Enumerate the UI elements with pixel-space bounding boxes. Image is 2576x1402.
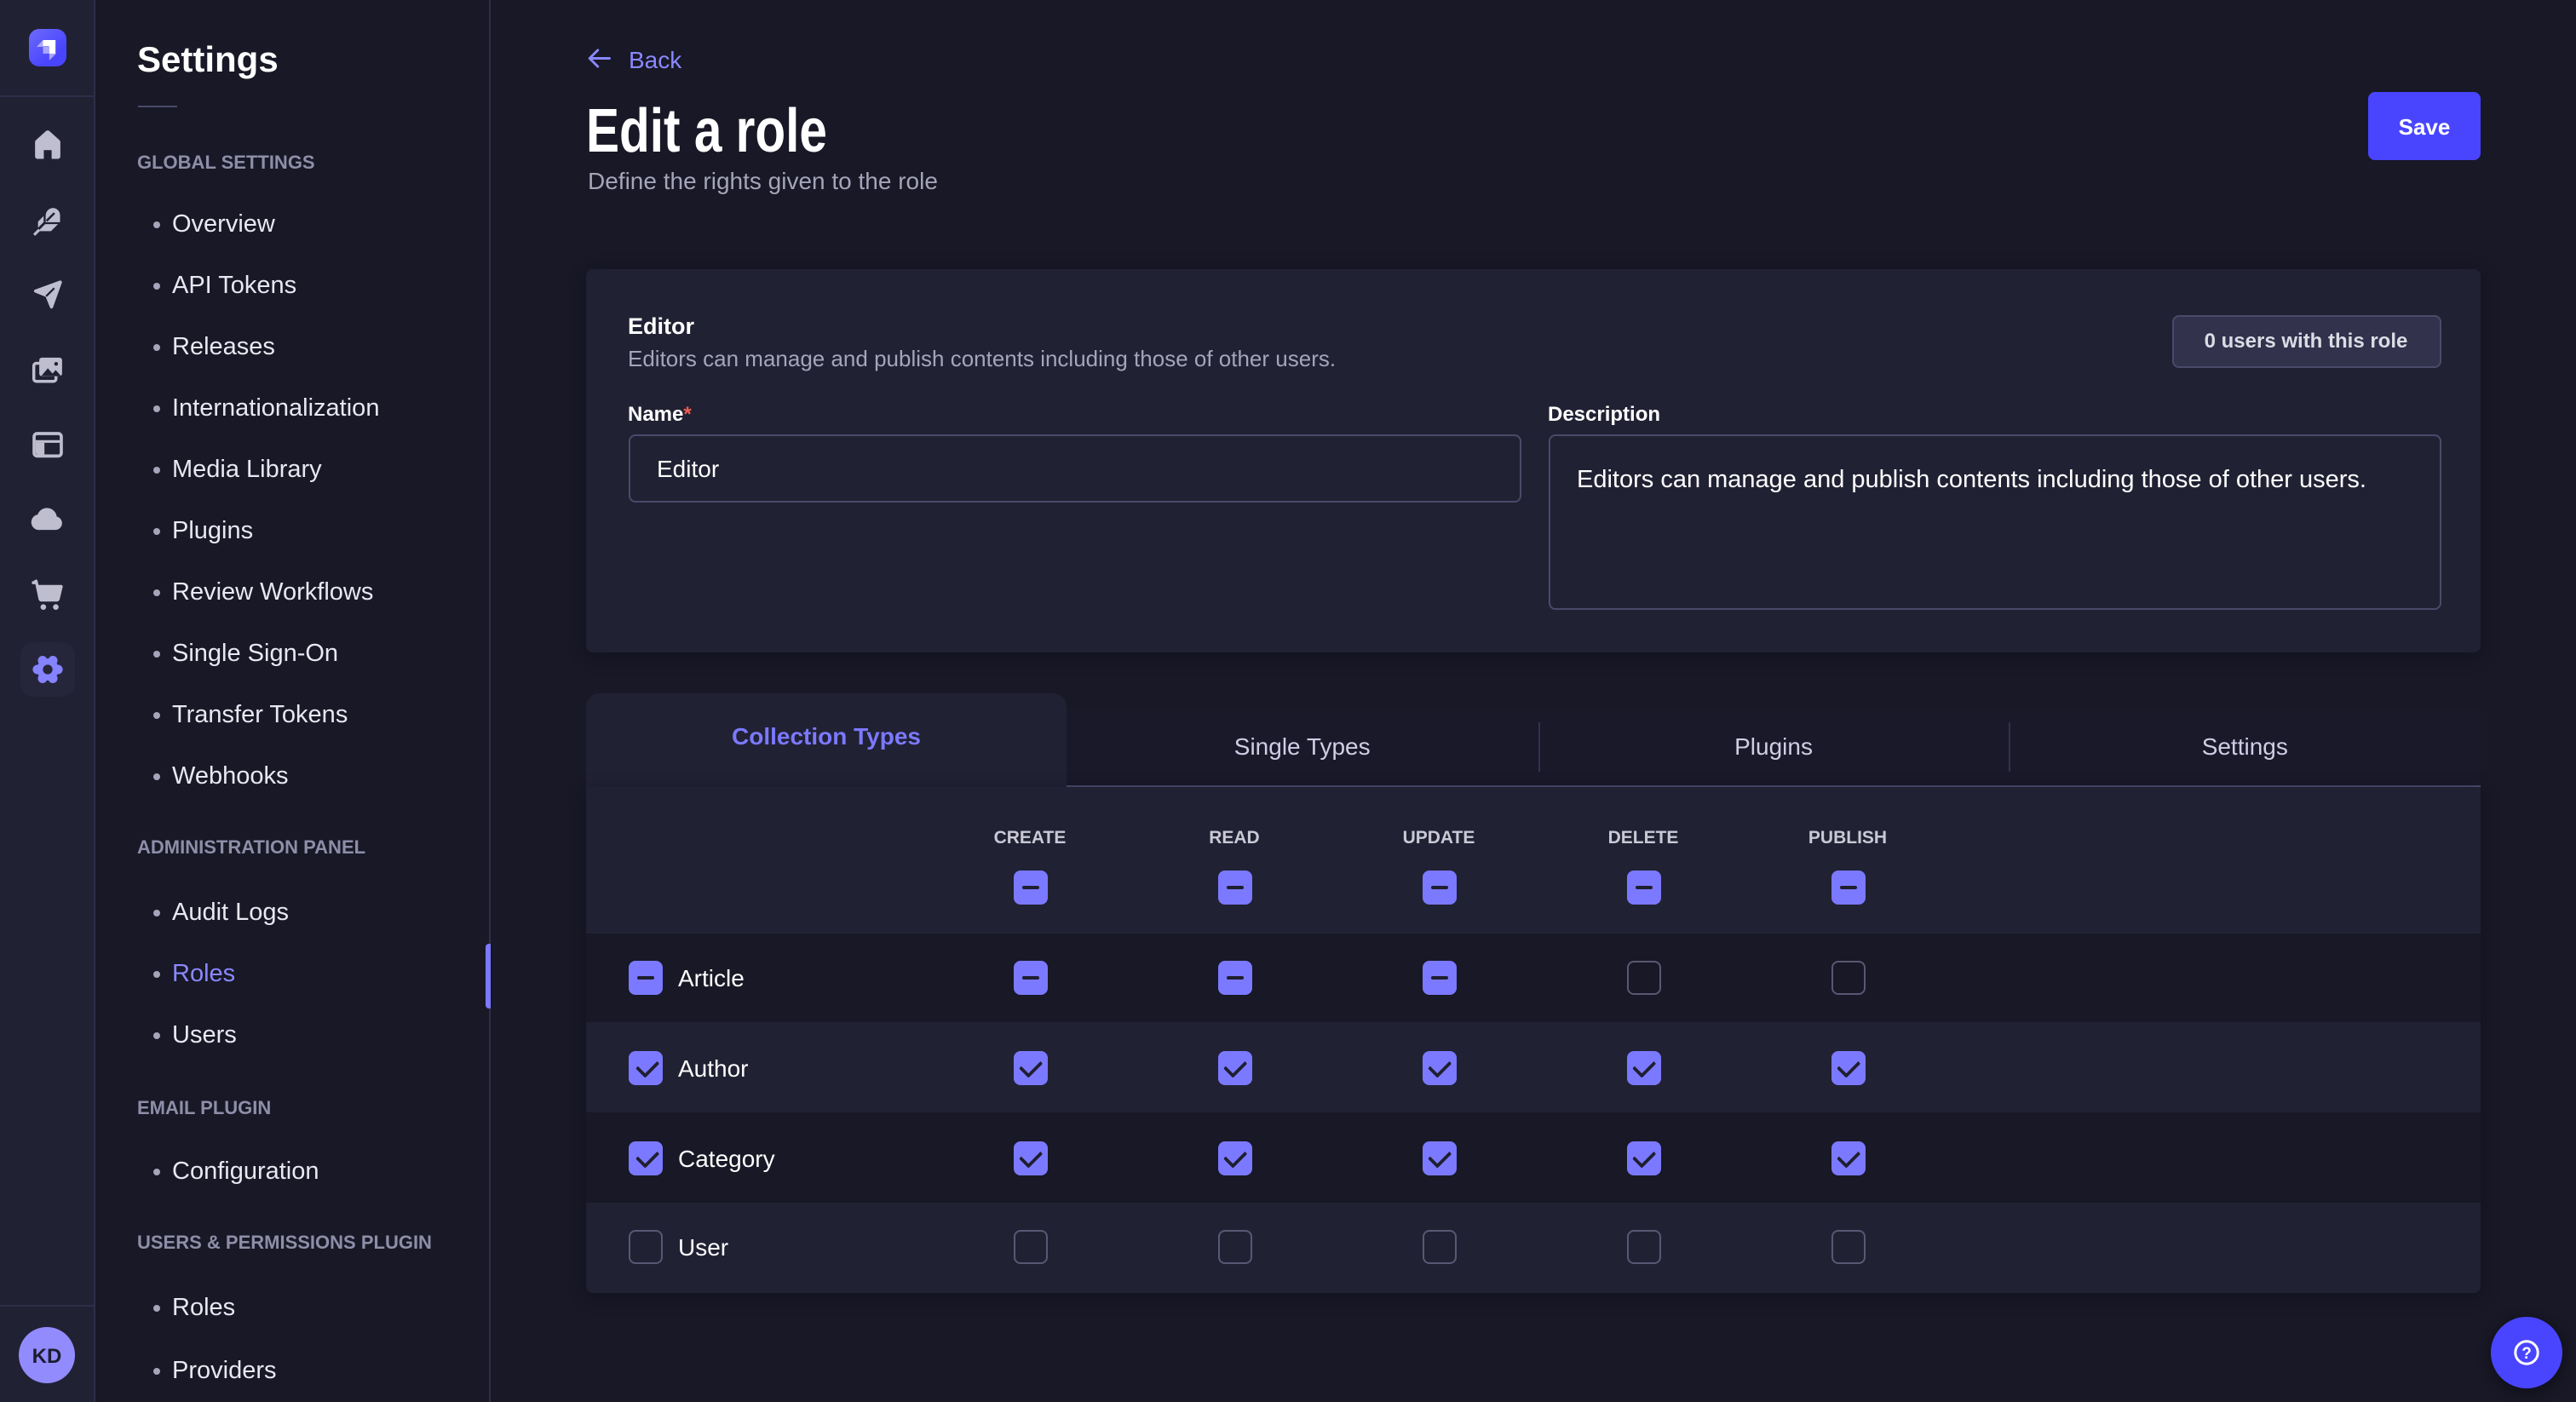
svg-text:?: ? [2521,1345,2532,1363]
